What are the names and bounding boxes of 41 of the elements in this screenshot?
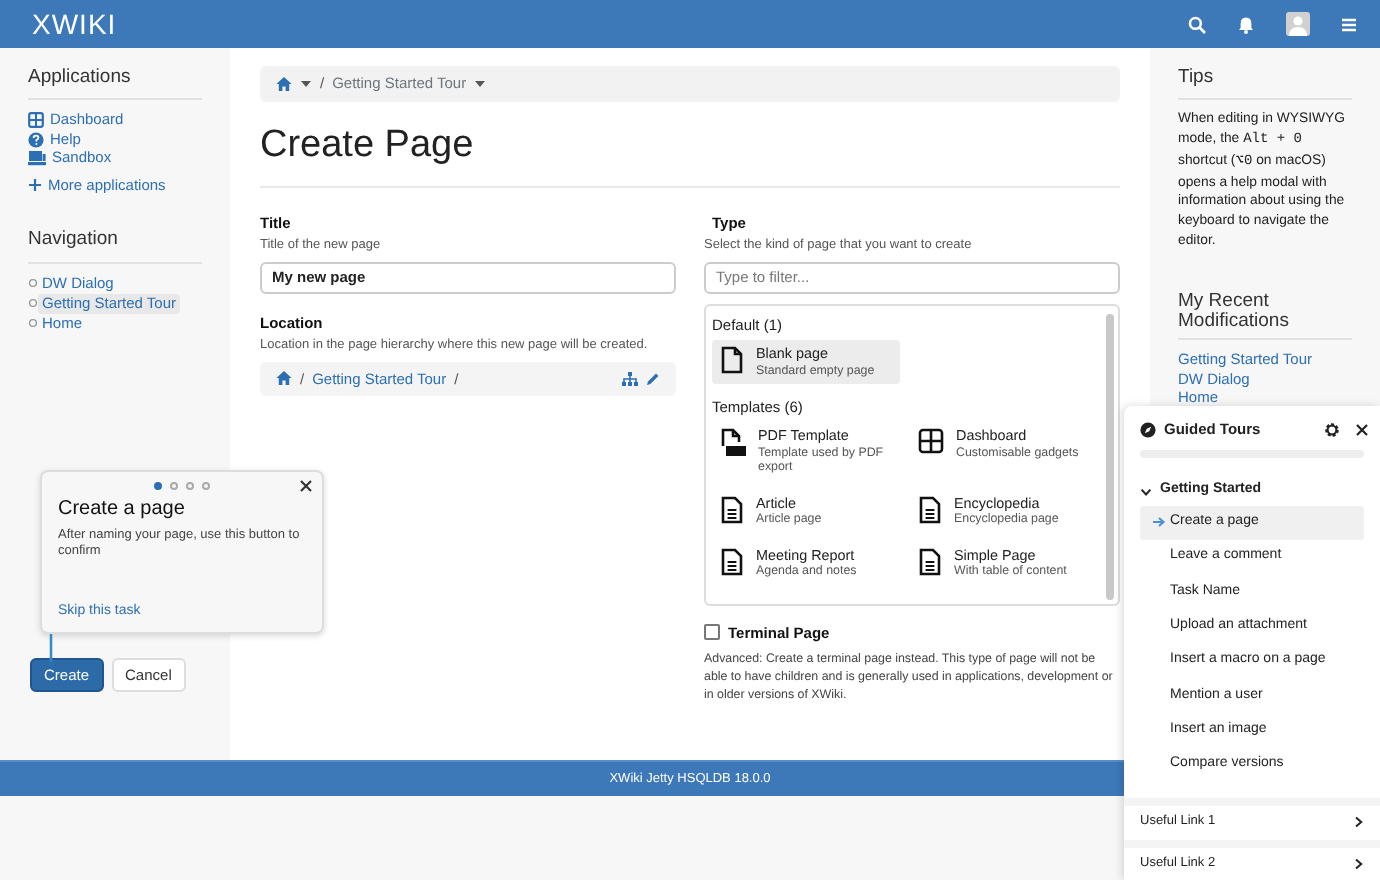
help-icon	[28, 131, 44, 147]
chevron-right-icon	[1354, 858, 1364, 871]
bell-icon[interactable]	[1238, 15, 1254, 33]
sandbox-icon	[28, 150, 46, 166]
caret-icon[interactable]	[300, 78, 312, 90]
grid-icon	[28, 112, 44, 128]
checkbox[interactable]	[704, 624, 720, 641]
home-icon[interactable]	[276, 76, 292, 92]
document-icon	[720, 547, 744, 576]
menu-icon[interactable]	[1342, 17, 1356, 31]
section-heading: My Recent Modifications	[1178, 291, 1352, 340]
pdf-file-icon	[720, 428, 746, 457]
document-icon	[918, 495, 942, 524]
page-title: Create Page	[260, 124, 476, 170]
close-icon	[300, 480, 312, 493]
close-button[interactable]	[300, 478, 312, 493]
bullet-icon	[28, 298, 38, 308]
caret-icon[interactable]	[474, 78, 487, 90]
close-icon[interactable]	[1356, 423, 1368, 436]
section-heading: Tips	[1178, 64, 1352, 101]
pencil-icon[interactable]	[646, 371, 660, 386]
plus-icon	[28, 178, 42, 192]
document-icon	[720, 495, 744, 524]
logo[interactable]: XWIKI	[32, 3, 117, 45]
popover-title: Create a page	[58, 496, 187, 524]
section-heading: Applications	[28, 64, 202, 101]
arrow-right-icon	[1152, 516, 1166, 529]
bullet-icon	[28, 318, 38, 328]
grid-icon	[918, 428, 944, 455]
compass-icon	[1140, 421, 1156, 438]
section-heading: Navigation	[28, 226, 202, 263]
file-icon	[720, 346, 744, 375]
chevron-down-icon	[1140, 485, 1152, 497]
connector-line	[48, 634, 54, 668]
chevron-right-icon	[1354, 816, 1364, 829]
home-icon[interactable]	[276, 370, 292, 387]
settings-icon[interactable]	[1324, 421, 1340, 438]
document-icon	[918, 547, 942, 576]
hierarchy-icon[interactable]	[622, 371, 638, 386]
search-icon[interactable]	[1188, 15, 1206, 33]
bullet-icon	[28, 278, 38, 288]
